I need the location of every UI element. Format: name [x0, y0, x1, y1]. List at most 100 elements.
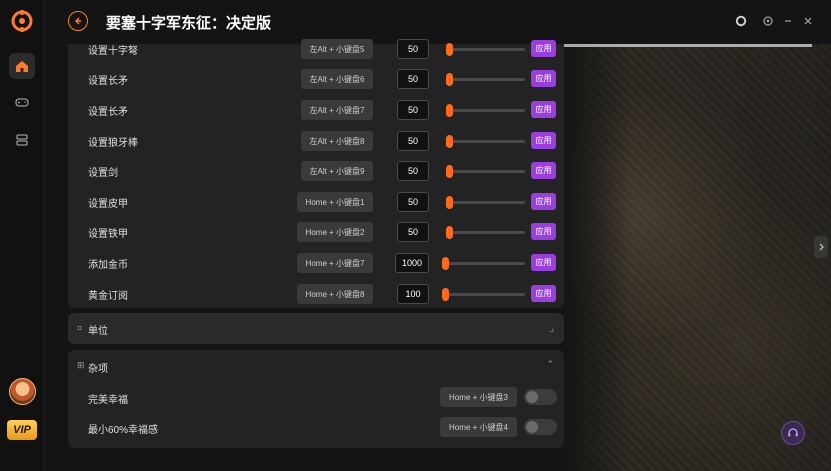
apply-button[interactable]: 应用: [531, 40, 556, 57]
slider-thumb[interactable]: [442, 288, 449, 301]
headset-icon: [788, 428, 798, 437]
slider-thumb[interactable]: [442, 257, 449, 270]
cheat-row: 设置长矛 左Alt + 小键盘6 50 应用: [68, 64, 564, 95]
home-icon: [16, 61, 28, 72]
hotkey-button[interactable]: 左Alt + 小键盘5: [301, 39, 373, 59]
cheat-label: 设置长矛: [88, 76, 128, 87]
value-input[interactable]: 50: [397, 192, 429, 212]
slider-track[interactable]: [446, 48, 525, 51]
section-units[interactable]: ⌗ 单位 ⌟: [68, 313, 564, 344]
toggle-knob: [526, 391, 538, 403]
misc-item: 完美幸福 Home + 小键盘3: [68, 383, 564, 413]
cheat-row: 设置皮甲 Home + 小键盘1 50 应用: [68, 187, 564, 218]
hotkey-button[interactable]: Home + 小键盘3: [440, 387, 517, 407]
value-input[interactable]: 50: [397, 161, 429, 181]
user-avatar[interactable]: [9, 378, 36, 405]
apply-button[interactable]: 应用: [531, 70, 556, 87]
minimize-icon: [785, 20, 791, 22]
chevron-up-icon[interactable]: ⌃: [546, 359, 554, 370]
cheat-label: 设置十字弩: [88, 46, 138, 57]
slider-thumb[interactable]: [446, 226, 453, 239]
cheat-label: 黄金订阅: [88, 291, 128, 302]
apply-button[interactable]: 应用: [531, 162, 556, 179]
hotkey-button[interactable]: 左Alt + 小键盘8: [301, 131, 373, 151]
slider-thumb[interactable]: [446, 165, 453, 178]
nav-games[interactable]: [9, 89, 35, 115]
slider-thumb[interactable]: [446, 43, 453, 56]
nav-home[interactable]: [9, 53, 35, 79]
side-panel-toggle[interactable]: [814, 236, 828, 258]
library-icon: [16, 134, 28, 146]
cheat-label: 设置皮甲: [88, 199, 128, 210]
misc-section-title: 杂项: [88, 364, 108, 375]
cheat-label: 设置长矛: [88, 107, 128, 118]
hotkey-button[interactable]: Home + 小键盘1: [297, 192, 373, 212]
cheat-row: 黄金订阅 Home + 小键盘8 100 应用: [68, 279, 564, 310]
support-button[interactable]: [781, 421, 805, 445]
vip-badge[interactable]: VIP: [7, 420, 37, 440]
settings-button[interactable]: [760, 13, 776, 29]
app-logo-icon[interactable]: [10, 9, 34, 33]
value-input[interactable]: 50: [397, 131, 429, 151]
hotkey-button[interactable]: Home + 小键盘4: [440, 417, 517, 437]
hotkey-button[interactable]: 左Alt + 小键盘7: [301, 100, 373, 120]
toggle-knob: [526, 421, 538, 433]
toggle-switch[interactable]: [524, 389, 557, 405]
misc-section-icon: ⊞: [77, 360, 85, 370]
apply-button[interactable]: 应用: [531, 132, 556, 149]
nav-library[interactable]: [9, 127, 35, 153]
units-section-title: 单位: [88, 326, 108, 337]
cheat-label: 设置狼牙棒: [88, 138, 138, 149]
cheat-row: 设置十字弩 左Alt + 小键盘5 50 应用: [68, 34, 564, 65]
slider-thumb[interactable]: [446, 73, 453, 86]
misc-item-label: 最小60%幸福感: [88, 425, 159, 436]
cheat-row: 设置长矛 左Alt + 小键盘7 50 应用: [68, 95, 564, 126]
close-button[interactable]: [800, 13, 816, 29]
slider-track[interactable]: [442, 293, 525, 296]
hotkey-button[interactable]: Home + 小键盘8: [297, 284, 373, 304]
value-input[interactable]: 50: [397, 39, 429, 59]
value-input[interactable]: 100: [397, 284, 429, 304]
status-button[interactable]: [733, 13, 749, 29]
apply-button[interactable]: 应用: [531, 254, 556, 271]
slider-track[interactable]: [446, 231, 525, 234]
settings-icon: [763, 16, 773, 26]
slider-thumb[interactable]: [446, 196, 453, 209]
toggle-switch[interactable]: [524, 419, 557, 435]
apply-button[interactable]: 应用: [531, 223, 556, 240]
close-icon: [804, 17, 812, 25]
hotkey-button[interactable]: 左Alt + 小键盘6: [301, 69, 373, 89]
chevron-right-icon: [819, 243, 824, 251]
apply-button[interactable]: 应用: [531, 285, 556, 302]
slider-track[interactable]: [446, 170, 525, 173]
value-input[interactable]: 50: [397, 100, 429, 120]
cheat-label: 设置铁甲: [88, 229, 128, 240]
minimize-button[interactable]: [780, 13, 796, 29]
page-title: 要塞十字军东征：决定版: [106, 15, 272, 32]
value-input[interactable]: 50: [397, 69, 429, 89]
slider-track[interactable]: [446, 140, 525, 143]
game-background-image: [563, 44, 831, 471]
slider-track[interactable]: [446, 109, 525, 112]
slider-track[interactable]: [446, 78, 525, 81]
cheat-row: 设置铁甲 Home + 小键盘2 50 应用: [68, 217, 564, 248]
hotkey-button[interactable]: Home + 小键盘7: [297, 253, 373, 273]
cheat-label: 添加金币: [88, 260, 128, 271]
value-input[interactable]: 1000: [395, 253, 429, 273]
value-input[interactable]: 50: [397, 222, 429, 242]
misc-item: 最小60%幸福感 Home + 小键盘4: [68, 413, 564, 443]
slider-track[interactable]: [446, 201, 525, 204]
slider-thumb[interactable]: [446, 135, 453, 148]
cheat-row: 设置剑 左Alt + 小键盘9 50 应用: [68, 156, 564, 187]
slider-track[interactable]: [442, 262, 525, 265]
left-rail: VIP: [0, 0, 44, 471]
apply-button[interactable]: 应用: [531, 101, 556, 118]
back-button[interactable]: [68, 11, 88, 31]
misc-item-label: 完美幸福: [88, 395, 128, 406]
hotkey-button[interactable]: 左Alt + 小键盘9: [301, 161, 373, 181]
hotkey-button[interactable]: Home + 小键盘2: [297, 222, 373, 242]
apply-button[interactable]: 应用: [531, 193, 556, 210]
slider-thumb[interactable]: [446, 104, 453, 117]
gamepad-icon: [15, 98, 29, 107]
cheat-row: 设置狼牙棒 左Alt + 小键盘8 50 应用: [68, 126, 564, 157]
